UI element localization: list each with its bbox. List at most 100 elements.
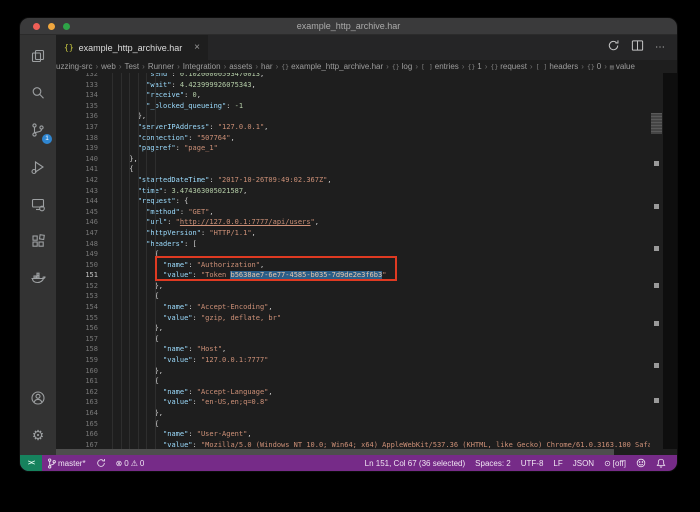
open-changes-icon[interactable]	[607, 39, 620, 57]
vertical-scrollbar-thumb[interactable]	[651, 113, 662, 134]
breadcrumb-item-assets[interactable]: assets	[229, 62, 252, 71]
close-window-button[interactable]	[33, 23, 40, 30]
breadcrumb-item-entries[interactable]: [ ]entries	[421, 62, 459, 71]
tab-close-icon[interactable]: ×	[194, 43, 200, 53]
code-line-162[interactable]: 162 "name": "Accept-Language",	[56, 387, 677, 398]
line-number[interactable]: 138	[56, 133, 104, 144]
code-line-135[interactable]: 135 "_blocked_queueing": -1	[56, 101, 677, 112]
line-number[interactable]: 154	[56, 302, 104, 313]
breadcrumb-item-log[interactable]: {}log	[392, 62, 413, 71]
code-line-141[interactable]: 141 {	[56, 164, 677, 175]
line-number[interactable]: 142	[56, 175, 104, 186]
line-number[interactable]: 166	[56, 429, 104, 440]
breadcrumb-item-value[interactable]: ▤value	[610, 62, 635, 71]
encoding-status[interactable]: UTF-8	[521, 459, 544, 468]
vertical-scrollbar[interactable]	[650, 73, 663, 449]
line-number[interactable]: 156	[56, 323, 104, 334]
breadcrumb-item-runner[interactable]: Runner	[148, 62, 174, 71]
line-number[interactable]: 151	[56, 270, 104, 281]
code-line-138[interactable]: 138 "connection": "507764",	[56, 133, 677, 144]
code-line-159[interactable]: 159 "value": "127.0.0.1:7777"	[56, 355, 677, 366]
sync-changes-button[interactable]	[96, 458, 106, 468]
breadcrumb-item-web[interactable]: web	[101, 62, 116, 71]
line-number[interactable]: 159	[56, 355, 104, 366]
breadcrumb-item-1[interactable]: {}1	[467, 62, 481, 71]
line-number[interactable]: 148	[56, 239, 104, 250]
line-number[interactable]: 165	[56, 419, 104, 430]
line-number[interactable]: 163	[56, 397, 104, 408]
line-number[interactable]: 145	[56, 207, 104, 218]
breadcrumb-item-uzzing-src[interactable]: uzzing-src	[56, 62, 92, 71]
code-line-134[interactable]: 134 "receive": 0,	[56, 90, 677, 101]
line-number[interactable]: 149	[56, 249, 104, 260]
tab-example-http-archive[interactable]: {} example_http_archive.har ×	[56, 35, 208, 60]
line-number[interactable]: 162	[56, 387, 104, 398]
code-line-155[interactable]: 155 "value": "gzip, deflate, br"	[56, 313, 677, 324]
code-line-163[interactable]: 163 "value": "en-US,en;q=0.8"	[56, 397, 677, 408]
breadcrumb-item-har[interactable]: har	[261, 62, 273, 71]
line-number[interactable]: 161	[56, 376, 104, 387]
breadcrumb-item-integration[interactable]: Integration	[183, 62, 221, 71]
line-number[interactable]: 160	[56, 366, 104, 377]
line-number[interactable]: 153	[56, 291, 104, 302]
split-editor-icon[interactable]	[631, 39, 644, 57]
code-line-145[interactable]: 145 "method": "GET",	[56, 207, 677, 218]
code-line-152[interactable]: 152 },	[56, 281, 677, 292]
remote-explorer-icon[interactable]	[21, 187, 55, 221]
line-number[interactable]: 158	[56, 344, 104, 355]
line-number[interactable]: 146	[56, 217, 104, 228]
line-number[interactable]: 141	[56, 164, 104, 175]
notifications-bell-icon[interactable]	[656, 458, 666, 468]
search-icon[interactable]	[21, 76, 55, 110]
line-number[interactable]: 137	[56, 122, 104, 133]
code-line-156[interactable]: 156 },	[56, 323, 677, 334]
line-number[interactable]: 152	[56, 281, 104, 292]
account-icon[interactable]	[21, 381, 55, 415]
line-number[interactable]: 133	[56, 80, 104, 91]
code-line-158[interactable]: 158 "name": "Host",	[56, 344, 677, 355]
line-number[interactable]: 139	[56, 143, 104, 154]
remote-indicator[interactable]: ><	[20, 455, 42, 471]
feedback-smiley-icon[interactable]	[636, 458, 646, 468]
code-line-164[interactable]: 164 },	[56, 408, 677, 419]
code-line-140[interactable]: 140 },	[56, 154, 677, 165]
editor-pane[interactable]: 132 "send": 0.10200000593470013,133 "wai…	[56, 69, 677, 455]
code-line-157[interactable]: 157 {	[56, 334, 677, 345]
code-line-161[interactable]: 161 {	[56, 376, 677, 387]
code-line-160[interactable]: 160 },	[56, 366, 677, 377]
language-mode-status[interactable]: JSON	[573, 459, 594, 468]
code-line-165[interactable]: 165 {	[56, 419, 677, 430]
zoom-window-button[interactable]	[63, 23, 70, 30]
cursor-position-status[interactable]: Ln 151, Col 67 (36 selected)	[365, 459, 466, 468]
breadcrumb-item-headers[interactable]: [ ]headers	[536, 62, 579, 71]
line-number[interactable]: 147	[56, 228, 104, 239]
code-line-153[interactable]: 153 {	[56, 291, 677, 302]
line-number[interactable]: 157	[56, 334, 104, 345]
minimize-window-button[interactable]	[48, 23, 55, 30]
source-control-icon[interactable]: 1	[21, 113, 55, 147]
code-line-143[interactable]: 143 "time": 3.474363005021587,	[56, 186, 677, 197]
more-actions-icon[interactable]: ⋯	[655, 42, 666, 53]
code-line-136[interactable]: 136 },	[56, 111, 677, 122]
line-number[interactable]: 136	[56, 111, 104, 122]
code-line-154[interactable]: 154 "name": "Accept-Encoding",	[56, 302, 677, 313]
code-line-148[interactable]: 148 "headers": [	[56, 239, 677, 250]
toggle-off-status[interactable]: ⊙ [off]	[604, 459, 626, 468]
line-number[interactable]: 134	[56, 90, 104, 101]
code-line-142[interactable]: 142 "startedDateTime": "2017-10-26T09:49…	[56, 175, 677, 186]
line-number[interactable]: 144	[56, 196, 104, 207]
eol-status[interactable]: LF	[553, 459, 562, 468]
line-number[interactable]: 135	[56, 101, 104, 112]
indentation-status[interactable]: Spaces: 2	[475, 459, 511, 468]
code-line-133[interactable]: 133 "wait": 4.423999926075343,	[56, 80, 677, 91]
code-line-146[interactable]: 146 "url": "http://127.0.0.1:7777/api/us…	[56, 217, 677, 228]
breadcrumb-item-example-http-archive-har[interactable]: {}example_http_archive.har	[281, 62, 383, 71]
git-branch-status[interactable]: master*	[47, 458, 86, 469]
run-debug-icon[interactable]	[21, 150, 55, 184]
line-number[interactable]: 143	[56, 186, 104, 197]
docker-icon[interactable]	[21, 261, 55, 295]
code-line-139[interactable]: 139 "pageref": "page_1"	[56, 143, 677, 154]
explorer-icon[interactable]	[21, 39, 55, 73]
line-number[interactable]: 140	[56, 154, 104, 165]
line-number[interactable]: 164	[56, 408, 104, 419]
